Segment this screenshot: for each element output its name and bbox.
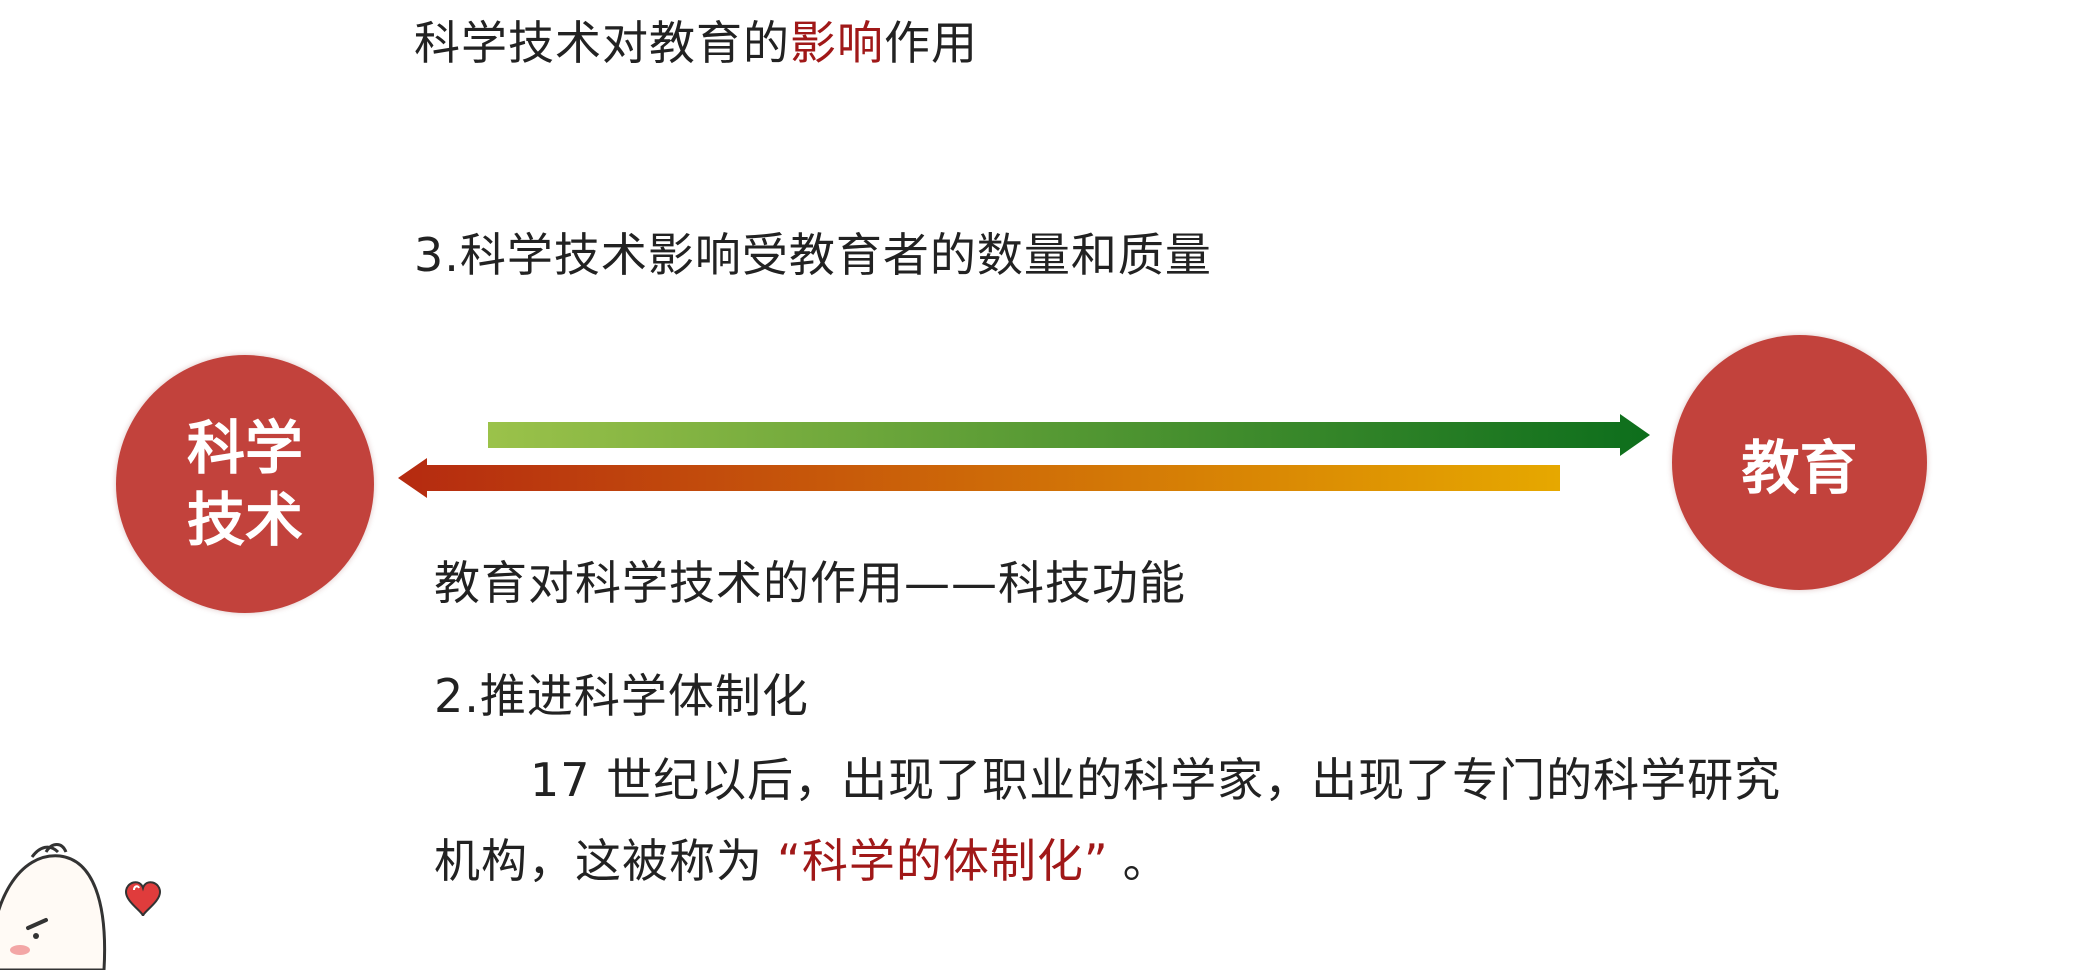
institutionalization-quote: “科学的体制化” xyxy=(777,834,1109,888)
arrow-to-science-icon xyxy=(398,458,1560,498)
arrow-to-education-icon xyxy=(488,414,1650,456)
paragraph-line-2-suffix: 。 xyxy=(1122,834,1170,888)
bidirectional-arrows xyxy=(398,414,1650,498)
heart-icon xyxy=(124,881,162,917)
paragraph-line-2-prefix: 机构，这被称为 xyxy=(434,834,763,888)
function-heading: 教育对科学技术的作用——科技功能 xyxy=(434,556,1186,610)
slide: 科学技术对教育的影响作用 3.科学技术影响受教育者的数量和质量 科学 技术 教育… xyxy=(0,0,2093,970)
point-2-heading: 2.推进科学体制化 xyxy=(434,669,809,723)
paragraph-line-2: 机构，这被称为 “科学的体制化”。 xyxy=(434,836,1170,887)
mascot-cartoon xyxy=(0,843,162,970)
cartoon-face-icon xyxy=(0,843,107,970)
paragraph-line-1: 17 世纪以后，出现了职业的科学家，出现了专门的科学研究 xyxy=(530,753,1782,807)
